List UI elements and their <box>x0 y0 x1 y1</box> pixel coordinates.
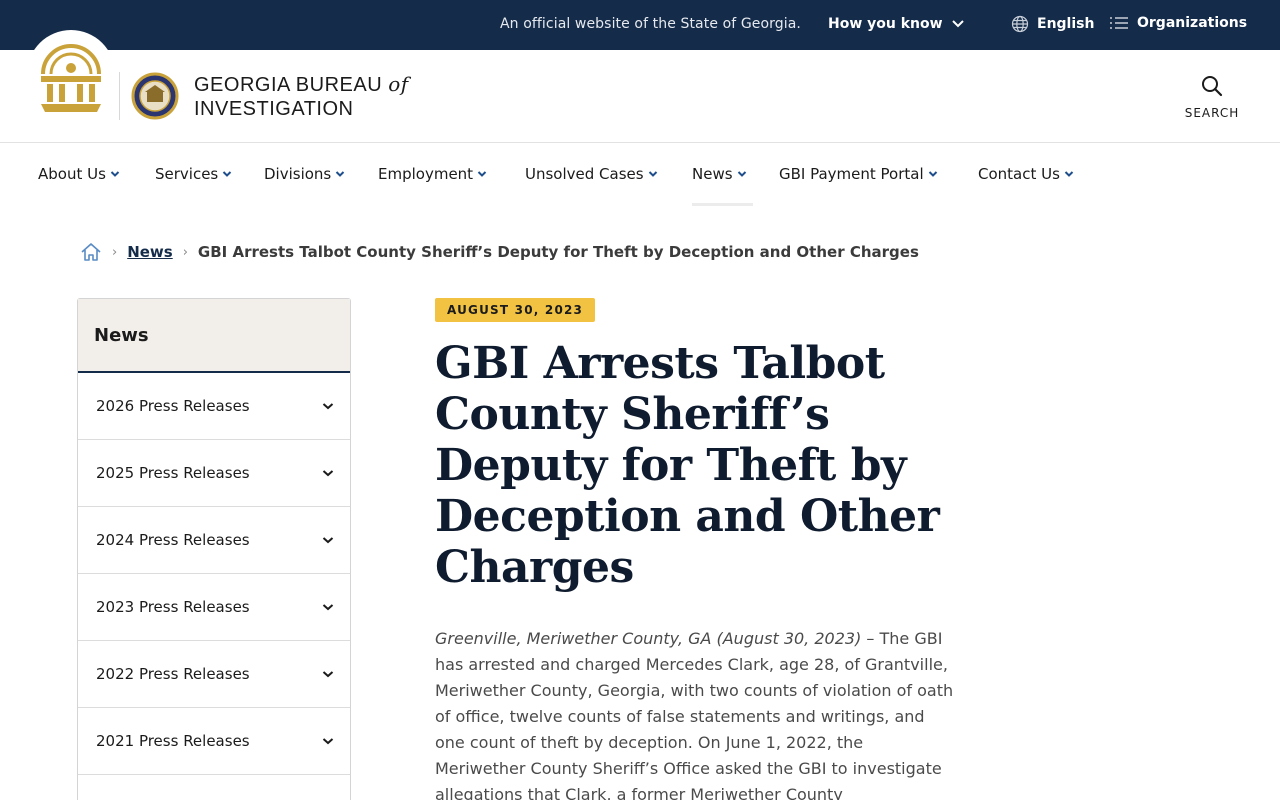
breadcrumb: › News › GBI Arrests Talbot County Sheri… <box>80 241 919 263</box>
chevron-down-icon <box>223 171 232 177</box>
language-selector[interactable]: English <box>1011 15 1094 33</box>
sidebar-item-label: 2022 Press Releases <box>96 665 250 683</box>
nav-active-indicator <box>692 203 753 206</box>
sidebar-item-label: 2021 Press Releases <box>96 732 250 750</box>
sidebar-item-label: 2024 Press Releases <box>96 531 250 549</box>
nav-item-news[interactable]: News <box>692 165 747 183</box>
nav-item-contact-us[interactable]: Contact Us <box>978 165 1074 183</box>
nav-label: GBI Payment Portal <box>779 165 924 183</box>
chevron-down-icon <box>110 171 120 177</box>
search-label: SEARCH <box>1184 106 1240 120</box>
sidebar-item-2021[interactable]: 2021 Press Releases <box>78 708 350 775</box>
organizations-button[interactable]: Organizations <box>1109 15 1247 31</box>
site-title-line2: INVESTIGATION <box>194 98 354 120</box>
site-title[interactable]: GEORGIA BUREAU of INVESTIGATION <box>194 72 409 121</box>
breadcrumb-current: GBI Arrests Talbot County Sheriff’s Depu… <box>197 243 919 261</box>
nav-item-divisions[interactable]: Divisions <box>264 165 345 183</box>
nav-item-gbi-payment-portal[interactable]: GBI Payment Portal <box>779 165 938 183</box>
gbi-badge-logo[interactable] <box>131 70 179 126</box>
article-headline: GBI Arrests Talbot County Sheriff’s Depu… <box>435 338 940 593</box>
chevron-down-icon <box>1064 171 1074 177</box>
sidebar-item-2022[interactable]: 2022 Press Releases <box>78 641 350 708</box>
nav-item-unsolved-cases[interactable]: Unsolved Cases <box>525 165 658 183</box>
sidebar-item-2026[interactable]: 2026 Press Releases <box>78 373 350 440</box>
chevron-down-icon <box>322 403 334 410</box>
site-title-of: of <box>388 72 409 96</box>
article-body-text: – The GBI has arrested and charged Merce… <box>435 629 954 800</box>
nav-item-employment[interactable]: Employment <box>378 165 487 183</box>
article-dateline: Greenville, Meriwether County, GA (Augus… <box>435 629 862 648</box>
nav-label: Contact Us <box>978 165 1060 183</box>
chevron-down-icon <box>322 470 334 477</box>
chevron-down-icon <box>336 171 345 177</box>
language-label: English <box>1037 16 1095 32</box>
home-icon[interactable] <box>80 241 102 263</box>
sidebar-item-2024[interactable]: 2024 Press Releases <box>78 507 350 574</box>
nav-label: Divisions <box>264 165 332 183</box>
site-header <box>0 50 1280 143</box>
official-banner: An official website of the State of Geor… <box>0 0 1280 50</box>
nav-item-services[interactable]: Services <box>155 165 232 183</box>
chevron-down-icon <box>951 20 964 28</box>
chevron-down-icon <box>737 171 746 177</box>
search-icon <box>1202 76 1223 97</box>
chevron-down-icon <box>928 171 937 177</box>
sidebar-item-label: 2023 Press Releases <box>96 598 250 616</box>
logo-divider <box>119 72 120 120</box>
article-date-badge: AUGUST 30, 2023 <box>435 298 596 322</box>
chevron-down-icon <box>322 671 334 678</box>
globe-icon <box>1011 15 1029 33</box>
sidebar-item-label: 2025 Press Releases <box>96 464 250 482</box>
sidebar-item-2023[interactable]: 2023 Press Releases <box>78 574 350 641</box>
news-sidebar: News 2026 Press Releases 2025 Press Rele… <box>77 298 351 800</box>
georgia-seal-icon <box>41 44 101 112</box>
site-title-line1: GEORGIA BUREAU <box>194 74 383 96</box>
list-icon <box>1110 17 1128 29</box>
nav-label: Employment <box>378 165 474 183</box>
search-button[interactable]: SEARCH <box>1180 74 1244 120</box>
gbi-badge-icon <box>131 72 179 120</box>
main-nav: About Us Services Divisions Employment U… <box>0 143 1280 207</box>
chevron-down-icon <box>322 738 334 745</box>
chevron-right-icon: › <box>182 244 188 260</box>
nav-label: Unsolved Cases <box>525 165 644 183</box>
sidebar-item-label: 2026 Press Releases <box>96 397 250 415</box>
nav-item-about-us[interactable]: About Us <box>38 165 120 183</box>
nav-label: About Us <box>38 165 106 183</box>
chevron-down-icon <box>322 537 334 544</box>
sidebar-item-2025[interactable]: 2025 Press Releases <box>78 440 350 507</box>
organizations-label: Organizations <box>1137 15 1248 31</box>
chevron-down-icon <box>648 171 657 177</box>
how-you-know-label: How you know <box>828 16 943 32</box>
georgia-seal-logo[interactable] <box>27 30 115 118</box>
article-body: Greenville, Meriwether County, GA (Augus… <box>435 626 955 800</box>
nav-label: News <box>692 165 733 183</box>
nav-label: Services <box>155 165 219 183</box>
chevron-down-icon <box>477 171 487 177</box>
chevron-right-icon: › <box>112 244 118 260</box>
how-you-know-button[interactable]: How you know <box>828 16 965 32</box>
breadcrumb-news-link[interactable]: News <box>127 243 173 261</box>
official-site-text: An official website of the State of Geor… <box>500 16 801 32</box>
sidebar-heading: News <box>78 299 350 373</box>
chevron-down-icon <box>322 604 334 611</box>
